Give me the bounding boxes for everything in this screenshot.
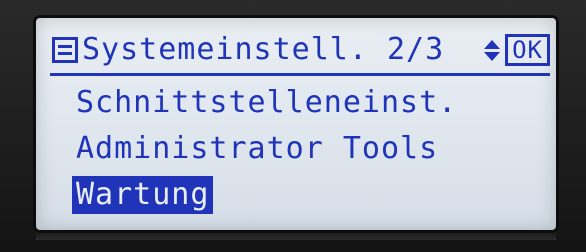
menu-item-wartung[interactable]: Wartung: [72, 176, 214, 214]
menu-item-administrator-tools[interactable]: Administrator Tools: [72, 130, 442, 168]
up-down-arrows-icon[interactable]: [484, 38, 501, 62]
page-title: Systemeinstell. 2/3: [82, 32, 445, 67]
header-controls: OK: [484, 34, 550, 66]
menu-list-icon: [52, 37, 78, 63]
arrow-down-icon[interactable]: [484, 51, 501, 61]
menu-item-schnittstelleneinst[interactable]: Schnittstelleneinst.: [72, 84, 461, 122]
header-divider: [50, 73, 550, 76]
screen-header: Systemeinstell. 2/3 OK: [52, 32, 550, 68]
arrow-up-icon[interactable]: [484, 39, 501, 49]
lcd-screen: Systemeinstell. 2/3 OK Schnittstellenein…: [36, 18, 556, 230]
ok-button[interactable]: OK: [505, 34, 550, 66]
